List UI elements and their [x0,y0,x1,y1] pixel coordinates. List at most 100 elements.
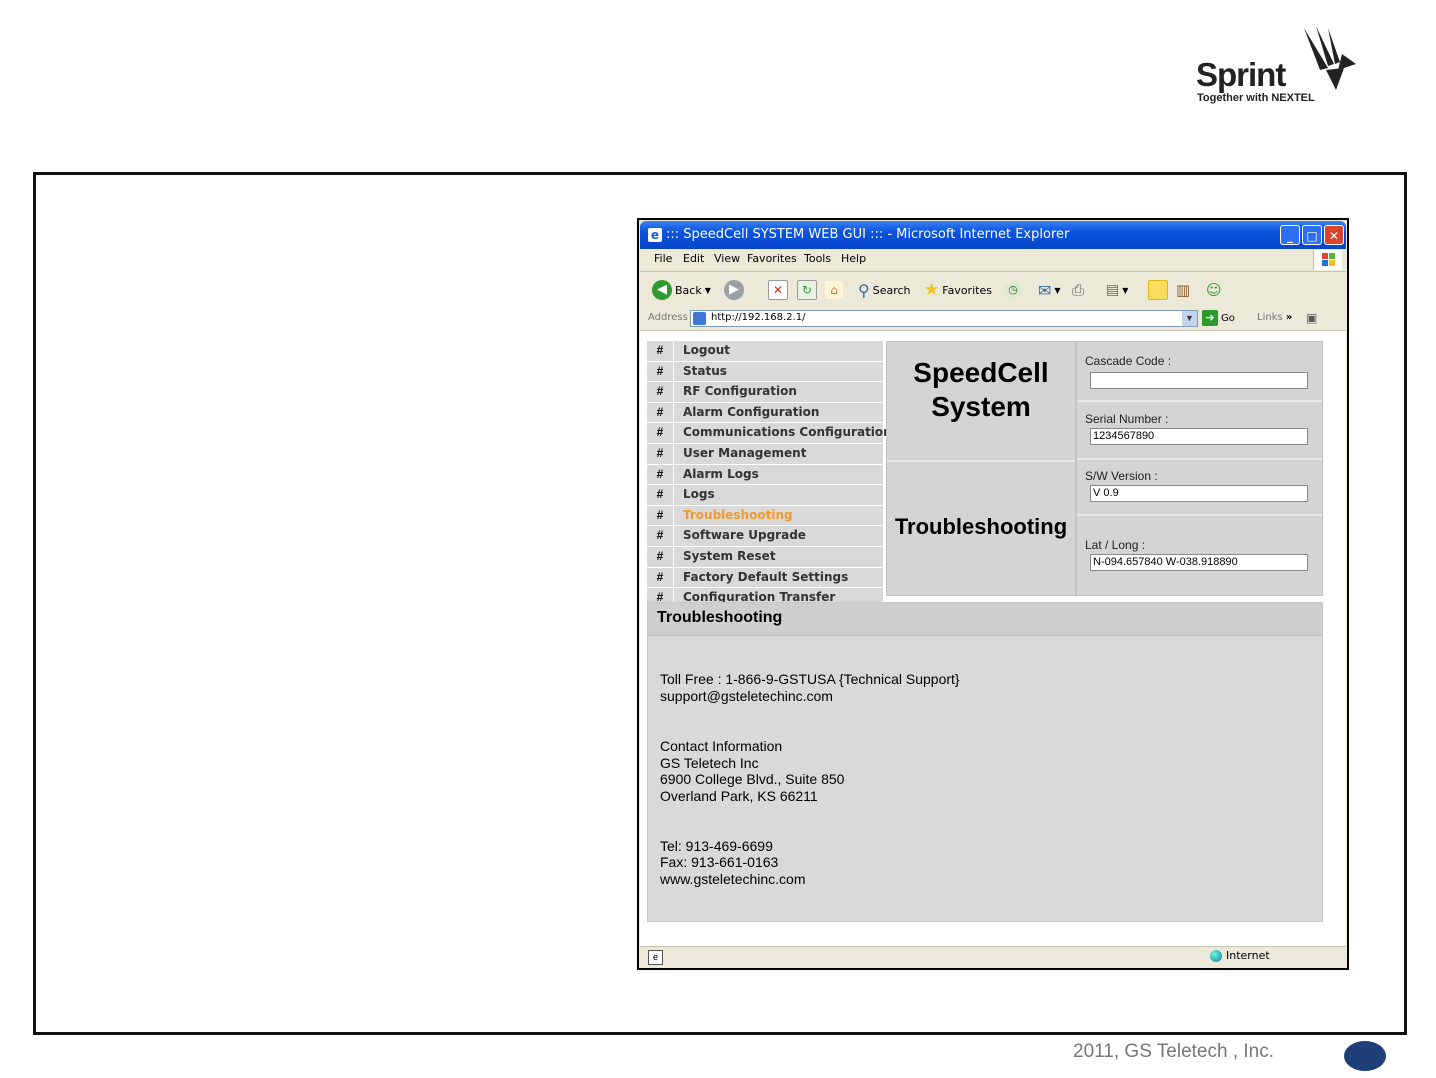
refresh-button[interactable]: ↻ [797,278,817,302]
messenger-button[interactable]: ☺ [1206,278,1222,302]
forward-arrow-icon: ▶ [724,280,744,300]
nav-item-rf-configuration[interactable]: # RF Configuration [647,382,883,403]
forward-button[interactable]: ▶ [724,278,744,302]
history-button[interactable]: ◷ [1004,278,1022,302]
nav-item-logout[interactable]: # Logout [647,341,883,362]
nav-item-system-reset[interactable]: # System Reset [647,546,883,568]
note-button[interactable] [1148,278,1168,302]
stop-button[interactable]: ✕ [768,278,788,302]
divider [1077,458,1322,460]
go-button[interactable]: ➔ Go [1202,310,1235,326]
footer-copyright: 2011, GS Teletech , Inc. [1073,1041,1275,1062]
mail-button[interactable]: ✉ ▼ [1038,278,1061,302]
sw-version-input[interactable]: V 0.9 [1090,485,1308,502]
logo-tagline: Together with NEXTEL [1197,92,1315,104]
page-icon [693,312,706,325]
menu-view[interactable]: View [714,252,740,265]
nav-item-factory-default-settings[interactable]: # Factory Default Settings [647,567,883,589]
sw-version-label: S/W Version : [1085,469,1158,483]
menu-help[interactable]: Help [841,252,866,265]
minimize-button[interactable]: _ [1280,225,1300,245]
troubleshooting-section: Troubleshooting Toll Free : 1-866-9-GSTU… [647,602,1323,922]
address-line-2: Overland Park, KS 66211 [660,788,818,804]
edit-icon: ▤ [1106,282,1120,298]
nav-item-label[interactable]: RF Configuration [683,384,797,398]
nav-item-label[interactable]: Status [683,364,727,378]
back-arrow-icon: ◀ [652,280,672,300]
website-link[interactable]: www.gsteletechinc.com [660,871,806,887]
lat-long-label: Lat / Long : [1085,538,1146,552]
home-button[interactable]: ⌂ [825,278,843,302]
nav-item-software-upgrade[interactable]: # Software Upgrade [647,526,883,547]
close-button[interactable]: ✕ [1324,225,1344,245]
history-icon: ◷ [1004,281,1022,299]
lat-long-input[interactable]: N-094.657840 W-038.918890 [1090,554,1308,571]
header-panel: SpeedCell System Troubleshooting [886,341,1076,596]
nav-item-status[interactable]: # Status [647,361,883,383]
toll-free-text: Toll Free : 1-866-9-GSTUSA {Technical Su… [660,671,960,687]
favorites-button[interactable]: ★ Favorites [924,278,992,302]
browser-window: e ::: SpeedCell SYSTEM WEB GUI ::: - Mic… [637,218,1349,970]
nav-item-label[interactable]: Logout [683,343,730,357]
address-input[interactable]: http://192.168.2.1/ ▼ [690,310,1198,327]
nav-item-alarm-configuration[interactable]: # Alarm Configuration [647,402,883,424]
nav-item-label[interactable]: System Reset [683,549,776,563]
nav-item-label[interactable]: Logs [683,487,715,501]
serial-number-label: Serial Number : [1085,412,1169,426]
status-bar: e Internet [640,946,1346,967]
mail-icon: ✉ [1038,280,1052,300]
page-number-oval [1344,1041,1386,1071]
address-line-1: 6900 College Blvd., Suite 850 [660,771,845,787]
nav-item-user-management[interactable]: # User Management [647,443,883,465]
serial-number-input[interactable]: 1234567890 [1090,428,1308,445]
home-icon: ⌂ [825,281,843,299]
tel-text: Tel: 913-469-6699 [660,838,773,854]
nav-item-logs[interactable]: # Logs [647,485,883,506]
cascade-code-input[interactable] [1090,372,1308,389]
nav-item-label[interactable]: User Management [683,446,806,460]
maximize-button[interactable]: □ [1302,225,1322,245]
menu-favorites[interactable]: Favorites [747,252,797,265]
search-button[interactable]: ⚲ Search [858,278,911,302]
nav-item-label[interactable]: Communications Configuration [683,425,892,439]
stop-icon: ✕ [768,280,788,300]
research-button[interactable]: ▥ [1176,278,1190,302]
page-content: # Logout # Status # RF Configuration # Alarm… [640,331,1346,949]
links-extra-icon[interactable]: ▣ [1306,311,1317,325]
ie-icon: e [648,228,662,242]
back-button[interactable]: ◀ Back ▼ [652,278,711,302]
menu-file[interactable]: File [654,252,672,265]
cascade-code-label: Cascade Code : [1085,354,1172,368]
page-subtitle: Troubleshooting [894,514,1068,539]
support-email[interactable]: support@gsteletechinc.com [660,688,833,704]
sprint-logo: Sprint Together with NEXTEL [1190,22,1360,112]
divider [1077,514,1322,516]
fax-text: Fax: 913-661-0163 [660,854,779,870]
security-zone: Internet [1210,949,1270,962]
menu-edit[interactable]: Edit [683,252,704,265]
nav-item-label[interactable]: Alarm Configuration [683,405,819,419]
note-icon [1148,280,1168,300]
contact-title: Contact Information [660,738,783,754]
links-button[interactable]: Links » [1257,312,1292,323]
nav-item-label[interactable]: Software Upgrade [683,528,806,542]
menu-tools[interactable]: Tools [804,252,831,265]
nav-item-label[interactable]: Factory Default Settings [683,570,848,584]
nav-item-alarm-logs[interactable]: # Alarm Logs [647,464,883,486]
page-status-icon: e [648,950,663,965]
globe-icon [1210,949,1222,962]
nav-item-label[interactable]: Alarm Logs [683,467,759,481]
messenger-icon: ☺ [1206,281,1222,299]
nav-item-label-active[interactable]: Troubleshooting [683,508,793,522]
print-button[interactable]: ⎙ [1072,278,1084,302]
nav-item-troubleshooting[interactable]: # Troubleshooting [647,505,883,527]
title-bar[interactable]: e ::: SpeedCell SYSTEM WEB GUI ::: - Mic… [640,221,1346,249]
nav-item-communications-configuration[interactable]: # Communications Configuration [647,423,892,444]
section-header: Troubleshooting [648,603,1322,636]
address-url: http://192.168.2.1/ [711,312,806,323]
edit-button[interactable]: ▤ ▼ [1106,278,1128,302]
address-dropdown-icon[interactable]: ▼ [1182,311,1197,326]
menu-bar: File Edit View Favorites Tools Help [640,249,1346,272]
sprint-wings-icon [1304,26,1356,90]
address-bar: Address http://192.168.2.1/ ▼ ➔ Go Links… [640,308,1346,331]
